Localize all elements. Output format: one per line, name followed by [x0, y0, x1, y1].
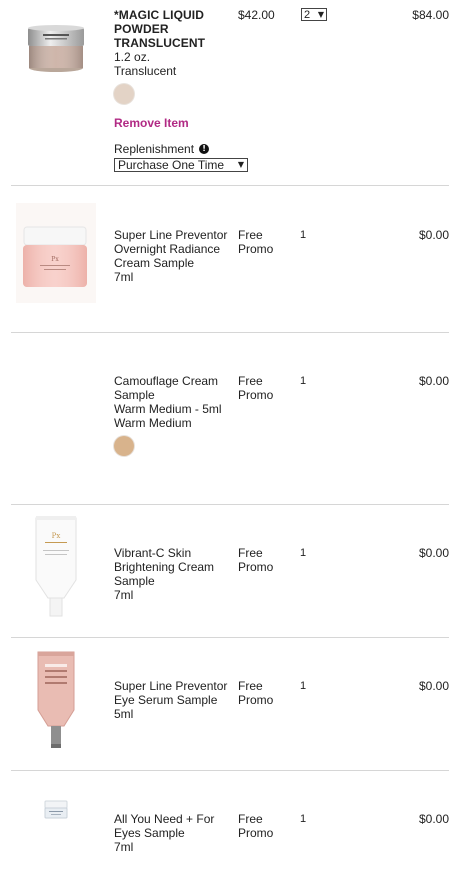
product-name[interactable]: Super Line Preventor Eye Serum Sample: [114, 679, 232, 707]
product-name[interactable]: Vibrant-C Skin Brightening Cream Sample: [114, 546, 232, 588]
item-price: $42.00: [238, 8, 275, 22]
product-size: 1.2 oz.: [114, 50, 151, 64]
product-image[interactable]: [14, 20, 98, 78]
product-name[interactable]: Super Line Preventor Overnight Radiance …: [114, 228, 232, 270]
item-price: Free Promo: [238, 679, 294, 707]
replenishment-label: Replenishment: [114, 142, 195, 156]
item-quantity: 1: [300, 229, 307, 241]
cart-item-magic-liquid-powder: *MAGIC LIQUID POWDER TRANSLUCENT 1.2 oz.…: [0, 0, 462, 185]
item-price: Free Promo: [238, 812, 294, 840]
tube-image: Px: [35, 516, 77, 617]
price-promo: Promo: [238, 560, 274, 574]
price-promo: Promo: [238, 826, 274, 840]
product-name[interactable]: All You Need + For Eyes Sample: [114, 812, 232, 840]
quantity-value: 2: [304, 8, 311, 21]
quantity-select[interactable]: 2 ▼: [301, 8, 327, 21]
cart-item-vibrant-c: Px Vibrant-C Skin Brightening Cream Samp…: [0, 505, 462, 637]
item-price: Free Promo: [238, 374, 294, 402]
item-info: Camouflage Cream Sample Warm Medium - 5m…: [114, 374, 232, 456]
item-total: $0.00: [418, 546, 449, 560]
product-shade: Translucent: [114, 64, 177, 78]
caret-down-icon: ▼: [317, 10, 324, 19]
item-total: $0.00: [418, 374, 449, 388]
item-info: All You Need + For Eyes Sample 7ml: [114, 812, 232, 854]
item-info: Super Line Preventor Eye Serum Sample 5m…: [114, 679, 232, 721]
price-promo: Promo: [238, 242, 274, 256]
cream-jar-image: Px: [16, 203, 96, 303]
product-name[interactable]: *MAGIC LIQUID POWDER TRANSLUCENT: [114, 8, 232, 50]
replenishment-row: Replenishment !: [114, 142, 232, 156]
item-info: Vibrant-C Skin Brightening Cream Sample …: [114, 546, 232, 602]
item-quantity: 1: [300, 375, 307, 387]
replenishment-value: Purchase One Time: [118, 158, 225, 172]
price-free: Free: [238, 546, 263, 560]
item-total: $0.00: [418, 228, 449, 242]
svg-text:Px: Px: [51, 256, 59, 263]
product-image[interactable]: [14, 795, 98, 825]
price-promo: Promo: [238, 388, 274, 402]
svg-text:Px: Px: [52, 532, 61, 540]
tube-image: [37, 651, 75, 748]
price-free: Free: [238, 374, 263, 388]
cart-item-camouflage-cream: Camouflage Cream Sample Warm Medium - 5m…: [0, 333, 462, 504]
item-total: $0.00: [418, 812, 449, 826]
price-free: Free: [238, 679, 263, 693]
shade-swatch: [114, 84, 134, 104]
item-price: Free Promo: [238, 228, 294, 256]
product-size: 5ml: [114, 707, 134, 721]
item-quantity: 1: [300, 547, 307, 559]
caret-down-icon: ▼: [237, 160, 244, 169]
price-free: Free: [238, 812, 263, 826]
cart-item-all-you-need-eyes: All You Need + For Eyes Sample 7ml Free …: [0, 771, 462, 875]
remove-item-link[interactable]: Remove Item: [114, 116, 232, 130]
item-total: $0.00: [418, 679, 449, 693]
product-image[interactable]: Px: [14, 513, 98, 619]
product-shade: Warm Medium: [114, 416, 192, 430]
product-size: Warm Medium - 5ml: [114, 402, 222, 416]
product-image[interactable]: Px: [14, 200, 98, 306]
info-icon[interactable]: !: [199, 144, 210, 154]
product-image[interactable]: [14, 648, 98, 752]
price-promo: Promo: [238, 693, 274, 707]
item-info: Super Line Preventor Overnight Radiance …: [114, 228, 232, 284]
shade-swatch: [114, 436, 134, 456]
cart-item-overnight-radiance-cream: Px Super Line Preventor Overnight Radian…: [0, 186, 462, 332]
item-info: *MAGIC LIQUID POWDER TRANSLUCENT 1.2 oz.…: [114, 8, 248, 172]
item-quantity: 1: [300, 813, 307, 825]
product-size: 7ml: [114, 588, 134, 602]
cart-item-eye-serum: Super Line Preventor Eye Serum Sample 5m…: [0, 638, 462, 770]
price-free: Free: [238, 228, 263, 242]
item-total: $84.00: [412, 8, 449, 22]
product-size: 7ml: [114, 270, 134, 284]
item-quantity: 1: [300, 680, 307, 692]
replenishment-select[interactable]: Purchase One Time ▼: [114, 158, 248, 172]
powder-jar-image: [28, 25, 84, 72]
item-price: Free Promo: [238, 546, 294, 574]
product-size: 7ml: [114, 840, 134, 854]
mini-jar-image: [44, 800, 68, 819]
product-name[interactable]: Camouflage Cream Sample: [114, 374, 232, 402]
